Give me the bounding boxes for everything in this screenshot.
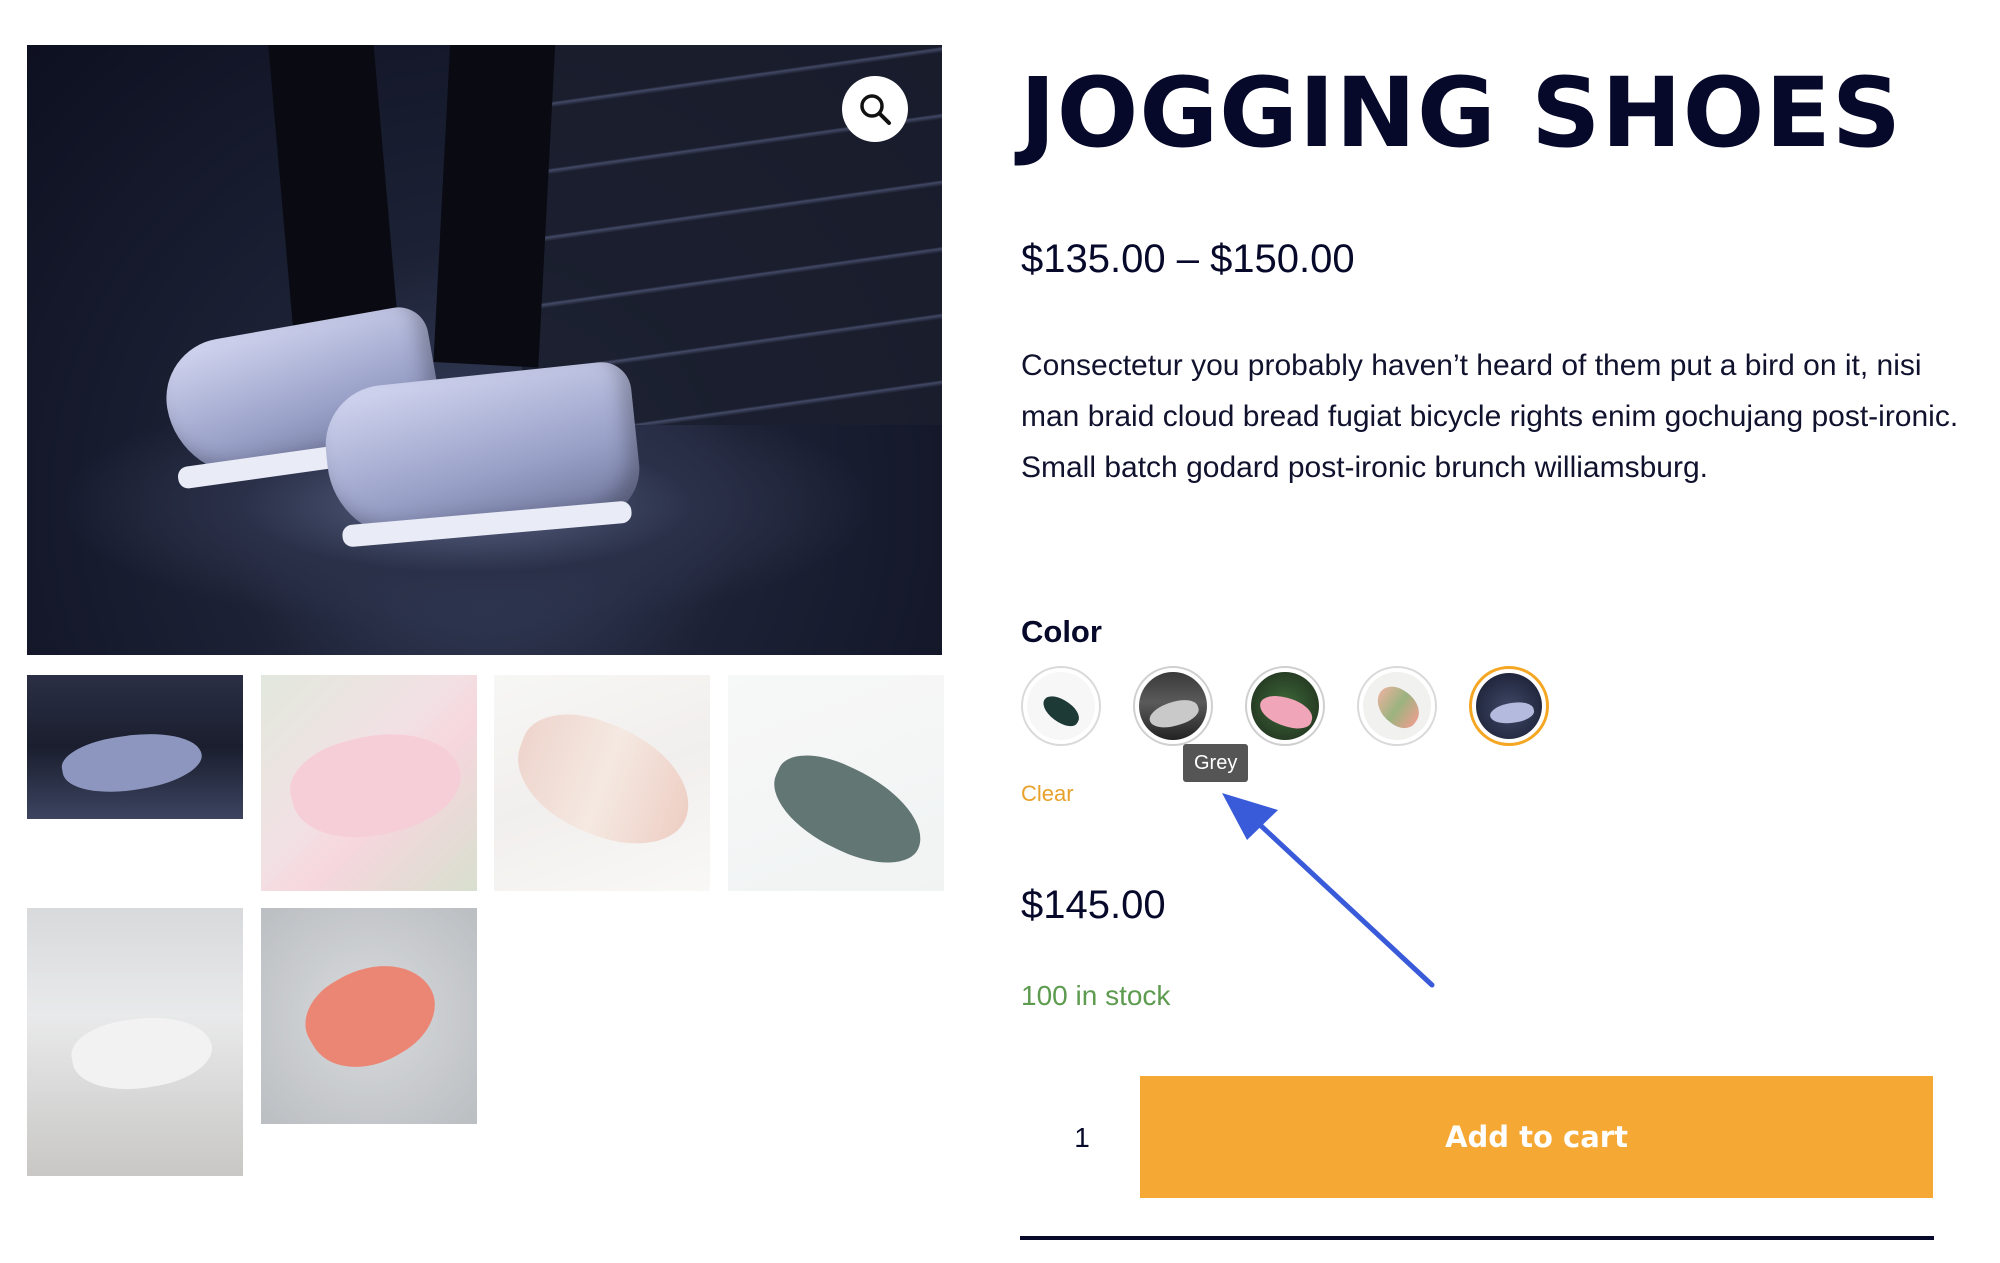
product-description: Consectetur you probably haven’t heard o… bbox=[1021, 349, 1959, 484]
variation-price: $145.00 bbox=[1021, 883, 1166, 927]
search-icon bbox=[860, 94, 891, 125]
thumbnail-shoe bbox=[758, 739, 938, 881]
quantity-input[interactable] bbox=[1020, 1076, 1144, 1200]
swatch-tooltip: Grey bbox=[1183, 744, 1249, 782]
gallery-thumbnail-3[interactable] bbox=[494, 675, 710, 891]
thumbnail-shoe bbox=[66, 1006, 218, 1100]
price-range: $135.00 – $150.00 bbox=[1021, 237, 1355, 281]
leg-right bbox=[433, 45, 556, 368]
swatch-pink[interactable] bbox=[1245, 666, 1325, 746]
thumbnail-shoe bbox=[290, 941, 452, 1090]
thumbnail-shoe bbox=[500, 697, 708, 863]
clear-selection-link[interactable]: Clear bbox=[1021, 781, 1074, 807]
thumbnail-shoe bbox=[58, 723, 206, 802]
color-label: Color bbox=[1021, 614, 1102, 649]
swatch-multicolor[interactable] bbox=[1357, 666, 1437, 746]
add-to-cart-button[interactable]: Add to cart bbox=[1140, 1076, 1933, 1198]
zoom-button[interactable] bbox=[842, 76, 908, 142]
stock-status: 100 in stock bbox=[1021, 980, 1171, 1011]
gallery-thumbnail-5[interactable] bbox=[27, 908, 243, 1176]
gallery-thumbnail-2[interactable] bbox=[261, 675, 477, 891]
divider bbox=[1020, 1236, 1934, 1240]
product-main-image[interactable] bbox=[27, 45, 942, 655]
swatch-blue-selected[interactable] bbox=[1469, 666, 1549, 746]
gallery-thumbnail-1[interactable] bbox=[27, 675, 243, 819]
product-title: JOGGING SHOES bbox=[1020, 57, 1903, 169]
swatch-grey[interactable] bbox=[1133, 666, 1213, 746]
swatch-white[interactable] bbox=[1021, 666, 1101, 746]
thumbnail-shoe bbox=[280, 714, 472, 856]
gallery-thumbnail-6[interactable] bbox=[261, 908, 477, 1124]
gallery-thumbnail-4[interactable] bbox=[728, 675, 944, 891]
